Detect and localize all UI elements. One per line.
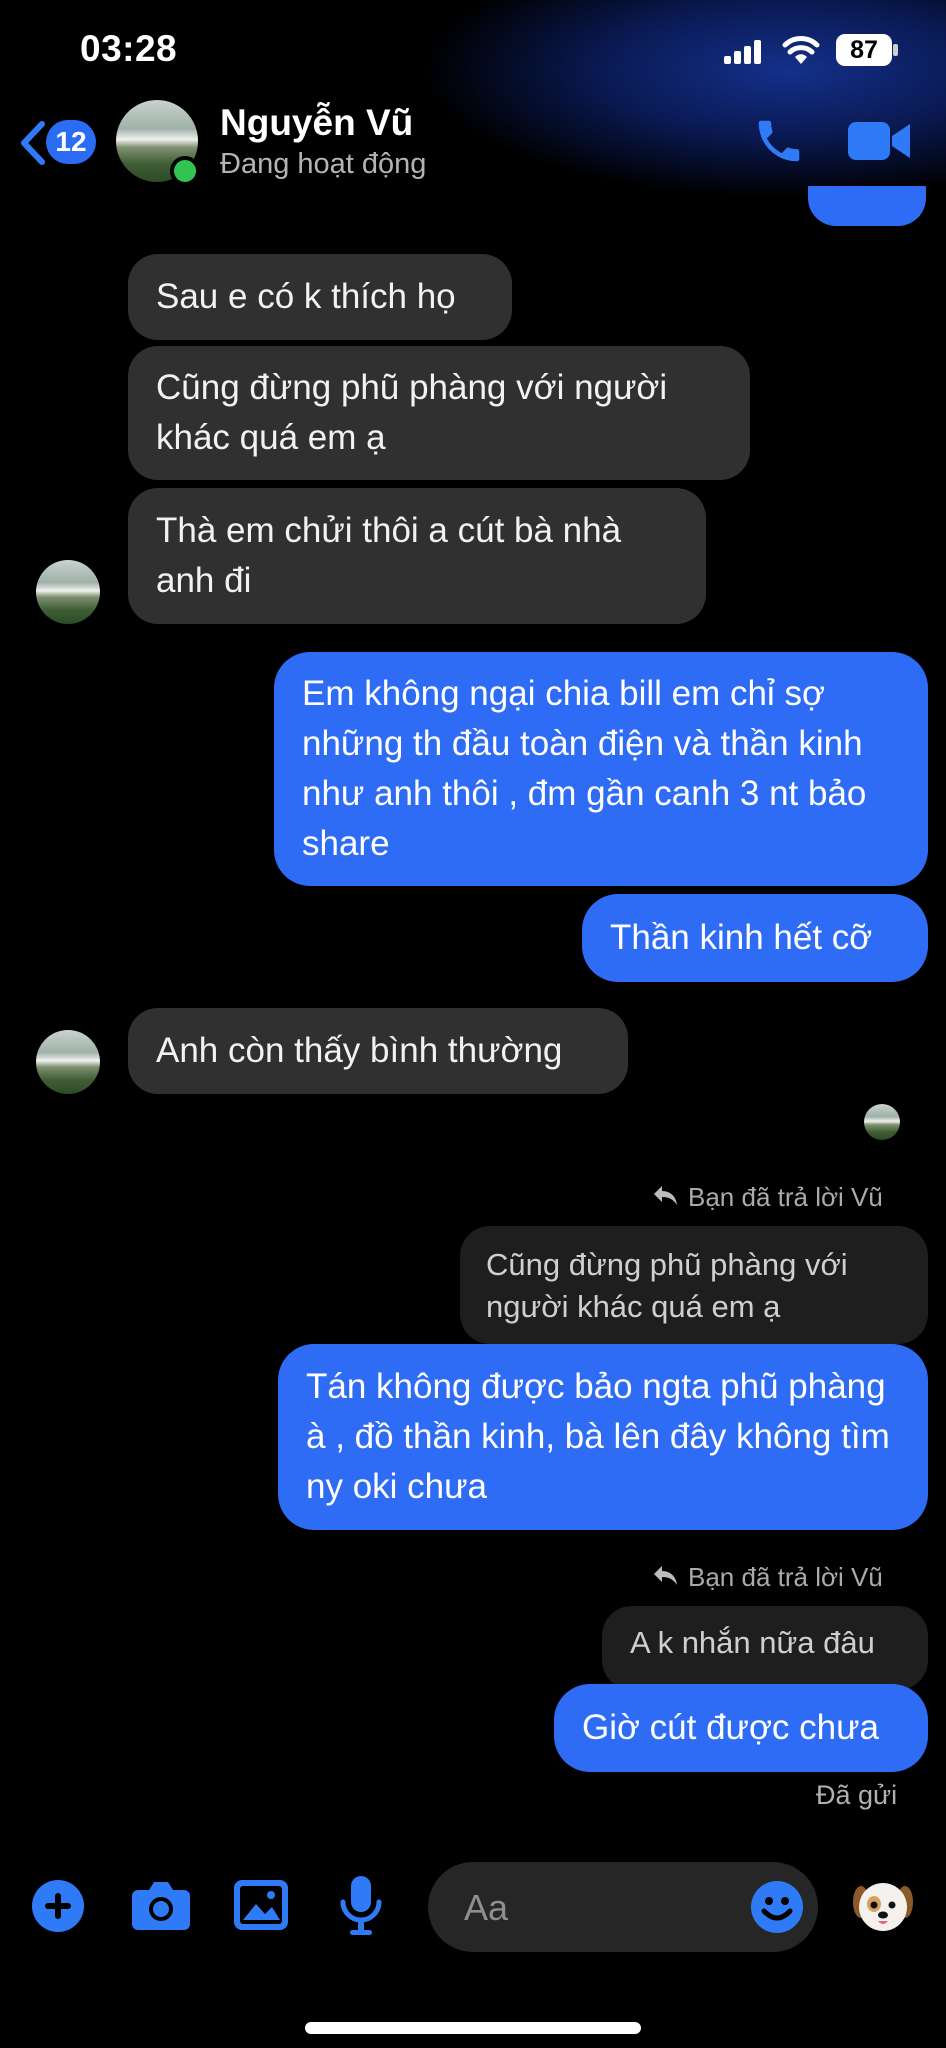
message-bubble-incoming[interactable]: Anh còn thấy bình thường <box>128 1008 628 1094</box>
quoted-message[interactable]: A k nhắn nữa đâu <box>602 1606 928 1690</box>
quoted-text: Cũng đừng phũ phàng với người khác quá e… <box>486 1247 848 1324</box>
message-bubble-incoming[interactable]: Sau e có k thích họ <box>128 254 512 340</box>
back-chevron-icon <box>21 121 45 165</box>
wifi-icon <box>782 36 820 64</box>
contact-name[interactable]: Nguyễn Vũ <box>220 102 413 144</box>
microphone-icon[interactable] <box>340 1876 382 1936</box>
sender-avatar[interactable] <box>36 560 100 624</box>
quoted-text: A k nhắn nữa đâu <box>630 1625 875 1660</box>
message-text: Tán không được bảo ngta phũ phàng à , đồ… <box>306 1367 890 1506</box>
message-text: Thà em chửi thôi a cút bà nhà anh đi <box>156 511 622 600</box>
message-bubble-incoming[interactable]: Cũng đừng phũ phàng với người khác quá e… <box>128 346 750 480</box>
plus-icon[interactable] <box>30 1878 86 1934</box>
message-text: Thần kinh hết cỡ <box>610 918 873 957</box>
unread-badge: 12 <box>46 120 96 164</box>
video-camera-icon[interactable] <box>848 118 910 164</box>
battery-level: 87 <box>850 35 878 64</box>
online-indicator <box>170 156 200 186</box>
message-text: Em không ngại chia bill em chỉ sợ những … <box>302 674 867 863</box>
battery-cap <box>893 44 898 56</box>
header-background <box>420 0 946 200</box>
message-bubble-outgoing[interactable]: Em không ngại chia bill em chỉ sợ những … <box>274 652 928 886</box>
quoted-message[interactable]: Cũng đừng phũ phàng với người khác quá e… <box>460 1226 928 1344</box>
reply-label: Bạn đã trả lời Vũ <box>688 1562 883 1592</box>
home-indicator <box>305 2022 641 2034</box>
battery-icon: 87 <box>836 34 892 66</box>
reply-label: Bạn đã trả lời Vũ <box>688 1182 883 1212</box>
message-text: Giờ cút được chưa <box>582 1708 880 1747</box>
message-bubble-incoming[interactable]: Thà em chửi thôi a cút bà nhà anh đi <box>128 488 706 624</box>
message-text: Anh còn thấy bình thường <box>156 1031 563 1070</box>
message-input-placeholder: Aa <box>464 1887 509 1928</box>
emoji-icon[interactable] <box>750 1880 804 1934</box>
camera-icon[interactable] <box>132 1880 190 1930</box>
sent-status: Đã gửi <box>816 1780 898 1810</box>
message-text: Cũng đừng phũ phàng với người khác quá e… <box>156 368 668 457</box>
read-receipt-avatar <box>864 1104 900 1140</box>
reply-arrow-icon <box>654 1566 677 1585</box>
dog-sticker-icon[interactable] <box>852 1876 914 1938</box>
signal-icon <box>724 40 761 64</box>
status-time: 03:28 <box>80 28 178 69</box>
message-bubble-outgoing[interactable]: Thần kinh hết cỡ <box>582 894 928 982</box>
message-text: Sau e có k thích họ <box>156 277 456 316</box>
previous-message-bubble <box>808 186 926 226</box>
image-icon[interactable] <box>234 1880 288 1930</box>
message-bubble-outgoing[interactable]: Giờ cút được chưa <box>554 1684 928 1772</box>
phone-icon[interactable] <box>752 114 806 168</box>
header-divider <box>0 200 946 202</box>
message-bubble-outgoing[interactable]: Tán không được bảo ngta phũ phàng à , đồ… <box>278 1344 928 1530</box>
sender-avatar[interactable] <box>36 1030 100 1094</box>
contact-status: Đang hoạt động <box>220 148 427 180</box>
reply-arrow-icon <box>654 1186 677 1205</box>
